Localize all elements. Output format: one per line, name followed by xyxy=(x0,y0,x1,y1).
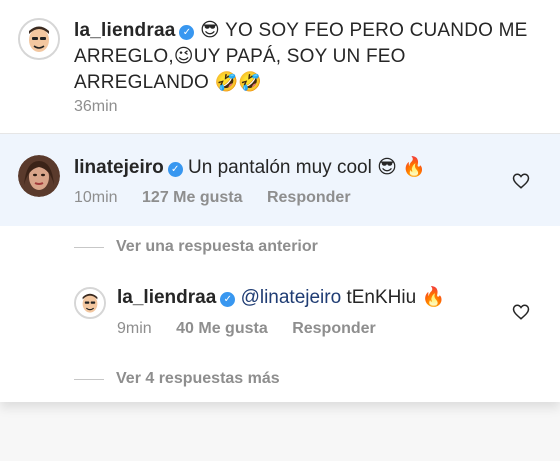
cartoon-avatar-icon xyxy=(76,289,104,317)
comment-body: linatejeiro ✓ Un pantalón muy cool 😎 🔥 xyxy=(74,155,426,181)
reply-body: la_liendraa ✓ @linatejeiro tEnKHiu 🔥 xyxy=(117,285,445,311)
reply-reply-button[interactable]: Responder xyxy=(292,320,376,337)
reply-time: 9min xyxy=(117,320,152,337)
verified-badge-icon: ✓ xyxy=(167,162,183,177)
post-username[interactable]: la_liendraa xyxy=(74,20,175,41)
thread-line xyxy=(74,379,104,380)
view-previous-reply[interactable]: Ver una respuesta anterior xyxy=(116,238,318,256)
comment-likes[interactable]: 127 Me gusta xyxy=(142,189,242,206)
reply-mention[interactable]: @linatejeiro xyxy=(241,287,342,308)
reply-text: tEnKHiu 🔥 xyxy=(346,287,446,308)
thread-line xyxy=(74,247,104,248)
post-time: 36min xyxy=(74,98,118,115)
post-caption: la_liendraa ✓ 😎 YO SOY FEO PERO CUANDO ME… xyxy=(74,18,544,96)
reply-author-avatar[interactable] xyxy=(74,287,106,319)
reply-likes[interactable]: 40 Me gusta xyxy=(176,320,268,337)
heart-icon[interactable] xyxy=(512,303,530,321)
comment-meta: 10min 127 Me gusta Responder xyxy=(74,189,371,207)
view-more-replies[interactable]: Ver 4 respuestas más xyxy=(116,370,280,388)
profile-photo xyxy=(18,155,60,197)
comment-time: 10min xyxy=(74,189,118,206)
verified-badge-icon: ✓ xyxy=(220,292,236,307)
reply-username[interactable]: la_liendraa xyxy=(117,287,216,308)
reply-meta: 9min 40 Me gusta Responder xyxy=(117,320,396,338)
comment-username[interactable]: linatejeiro xyxy=(74,157,164,178)
commenter-avatar[interactable] xyxy=(18,155,60,197)
comment-reply-button[interactable]: Responder xyxy=(267,189,351,206)
post-author-avatar[interactable] xyxy=(18,18,60,60)
comments-card: la_liendraa ✓ 😎 YO SOY FEO PERO CUANDO ME… xyxy=(0,0,560,402)
verified-badge-icon: ✓ xyxy=(179,25,195,40)
heart-icon[interactable] xyxy=(512,172,530,190)
cartoon-avatar-icon xyxy=(20,20,58,58)
comment-text: Un pantalón muy cool 😎 🔥 xyxy=(188,157,426,178)
post-meta: 36min xyxy=(74,98,138,116)
